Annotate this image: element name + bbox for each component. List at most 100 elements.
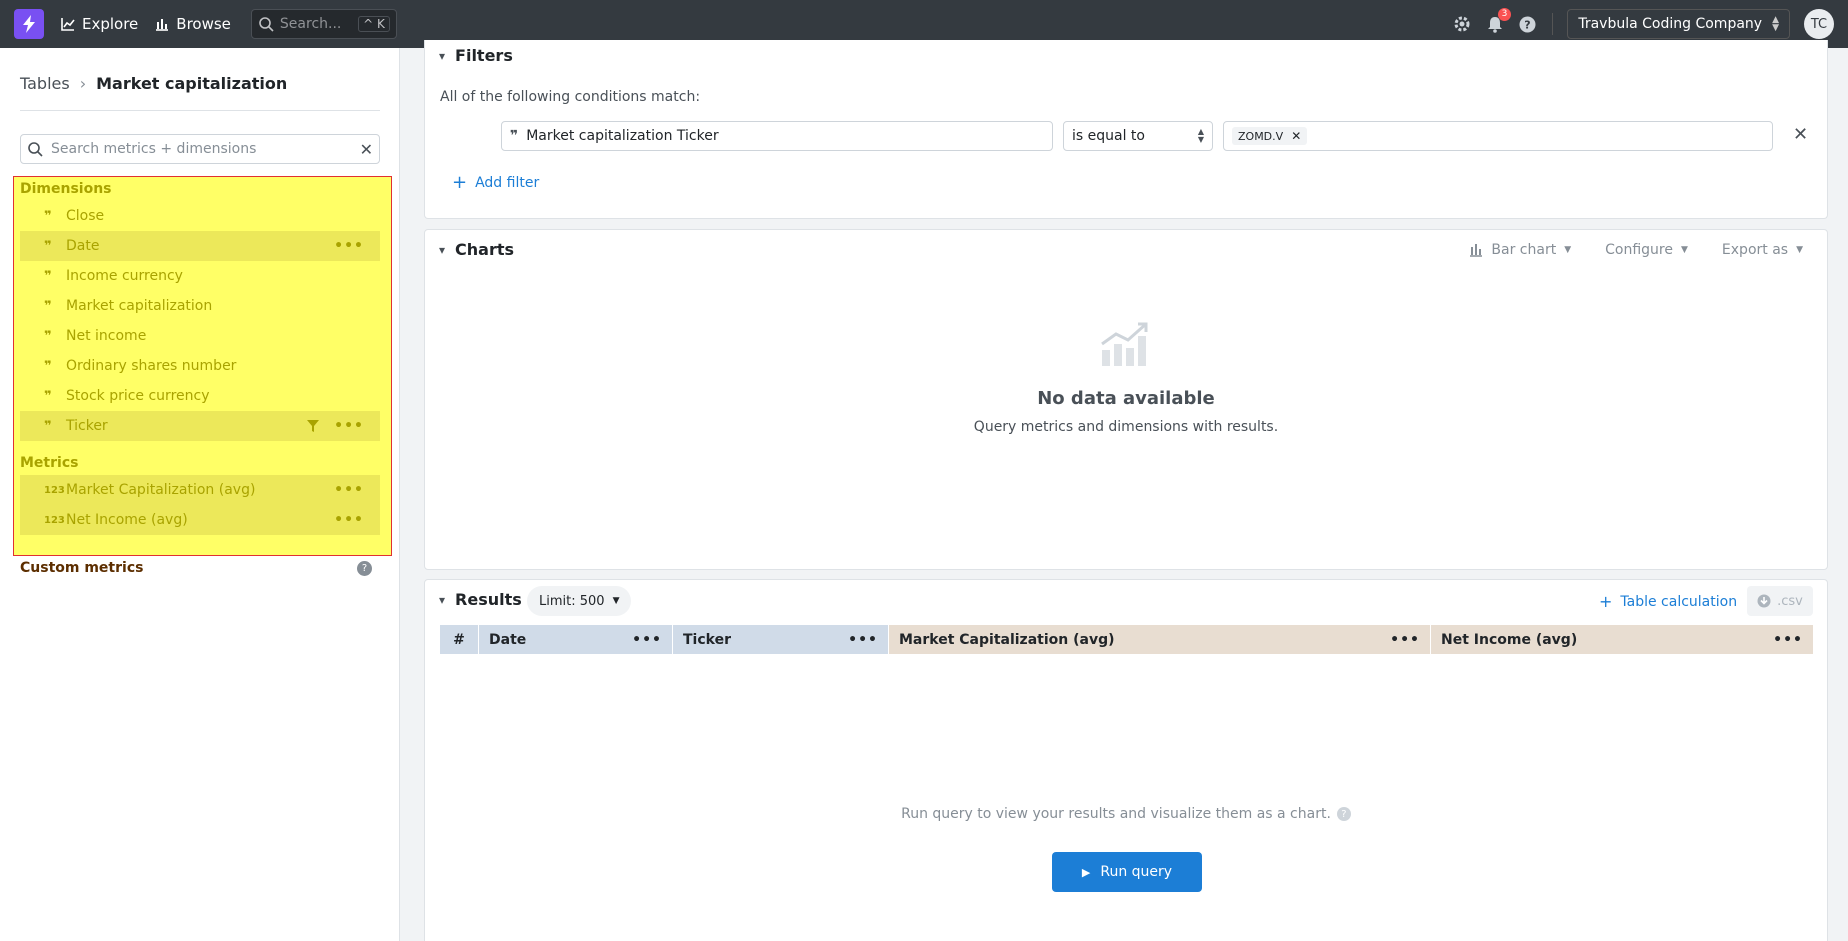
csv-label: .csv bbox=[1777, 593, 1803, 609]
more-options-icon[interactable]: ••• bbox=[1773, 632, 1803, 648]
chevron-down-icon: ▾ bbox=[439, 592, 446, 607]
dimensions-heading[interactable]: Dimensions bbox=[14, 177, 391, 201]
dimension-stock-price-currency[interactable]: ❞ Stock price currency bbox=[20, 381, 380, 411]
quote-icon: ❞ bbox=[44, 298, 52, 314]
more-options-icon[interactable]: ••• bbox=[334, 418, 364, 434]
more-options-icon[interactable]: ••• bbox=[334, 482, 364, 498]
notifications-button[interactable]: 3 bbox=[1487, 8, 1512, 33]
custom-metrics-label: Custom metrics bbox=[20, 560, 144, 576]
svg-text:?: ? bbox=[1525, 18, 1531, 31]
chart-icon bbox=[61, 18, 75, 31]
results-title: Results bbox=[455, 590, 522, 609]
number-icon: 123 bbox=[44, 484, 65, 496]
filters-header[interactable]: ▾ Filters bbox=[439, 46, 513, 65]
nav-divider bbox=[1552, 13, 1554, 35]
more-options-icon[interactable]: ••• bbox=[334, 238, 364, 254]
filter-value-text: ZOMD.V bbox=[1238, 129, 1284, 143]
dimension-income-currency[interactable]: ❞ Income currency bbox=[20, 261, 380, 291]
column-label: Ticker bbox=[683, 631, 731, 648]
play-icon: ▶ bbox=[1081, 865, 1091, 879]
dimension-label: Net income bbox=[66, 328, 147, 344]
column-header-market-capitalization-avg[interactable]: Market Capitalization (avg) ••• bbox=[889, 625, 1431, 654]
metrics-heading[interactable]: Metrics bbox=[14, 451, 391, 475]
dimension-net-income[interactable]: ❞ Net income bbox=[20, 321, 380, 351]
notification-badge: 3 bbox=[1497, 8, 1512, 21]
column-label: Net Income (avg) bbox=[1441, 631, 1578, 648]
help-icon[interactable]: ? bbox=[1336, 807, 1351, 821]
settings-button[interactable] bbox=[1453, 15, 1471, 33]
breadcrumb-tables-link[interactable]: Tables bbox=[20, 74, 70, 93]
results-table-header: # Date ••• Ticker ••• Market Capitalizat… bbox=[440, 625, 1813, 654]
results-header[interactable]: ▾ Results bbox=[439, 590, 522, 609]
metric-net-income-avg[interactable]: 123 Net Income (avg) ••• bbox=[20, 505, 380, 535]
chart-type-label: Bar chart bbox=[1491, 242, 1557, 258]
dimension-ticker[interactable]: ❞ Ticker ••• bbox=[20, 411, 380, 441]
explore-label: Explore bbox=[82, 15, 139, 33]
download-icon bbox=[1757, 594, 1771, 608]
empty-subtitle: Query metrics and dimensions with result… bbox=[973, 419, 1279, 435]
caret-down-icon: ▼ bbox=[612, 596, 620, 606]
metric-label: Net Income (avg) bbox=[66, 512, 188, 528]
filters-title: Filters bbox=[455, 46, 513, 65]
export-button[interactable]: Export as ▼ bbox=[1722, 242, 1803, 258]
caret-down-icon: ▼ bbox=[1564, 245, 1572, 255]
dimension-label: Market capitalization bbox=[66, 298, 213, 314]
column-header-date[interactable]: Date ••• bbox=[479, 625, 673, 654]
organization-name: Travbula Coding Company bbox=[1578, 16, 1763, 32]
csv-download-button[interactable]: .csv bbox=[1747, 586, 1813, 616]
search-placeholder: Search... bbox=[279, 16, 342, 32]
charts-header[interactable]: ▾ Charts bbox=[439, 240, 514, 259]
filter-field-select[interactable]: ❞ Market capitalization Ticker bbox=[501, 121, 1053, 151]
help-icon[interactable]: ? bbox=[357, 560, 372, 576]
filter-rule: ❞ Market capitalization Ticker is equal … bbox=[501, 121, 1773, 151]
global-search-input[interactable]: Search... ^ K bbox=[250, 9, 397, 39]
chart-type-button[interactable]: Bar chart ▼ bbox=[1469, 242, 1571, 258]
quote-icon: ❞ bbox=[44, 388, 52, 404]
quote-icon: ❞ bbox=[44, 208, 52, 224]
help-button[interactable]: ? bbox=[1519, 16, 1536, 33]
more-options-icon[interactable]: ••• bbox=[632, 632, 662, 648]
limit-button[interactable]: Limit: 500 ▼ bbox=[527, 586, 632, 616]
add-filter-button[interactable]: + Add filter bbox=[452, 172, 539, 193]
more-options-icon[interactable]: ••• bbox=[848, 632, 878, 648]
user-avatar[interactable]: TC bbox=[1804, 9, 1834, 39]
help-icon: ? bbox=[1519, 16, 1536, 32]
column-header-net-income-avg[interactable]: Net Income (avg) ••• bbox=[1431, 625, 1813, 654]
plus-icon: + bbox=[1599, 592, 1613, 611]
results-panel: ▾ Results Limit: 500 ▼ + Table calculati… bbox=[424, 579, 1828, 941]
remove-filter-icon[interactable]: ✕ bbox=[1793, 124, 1808, 145]
dimension-date[interactable]: ❞ Date ••• bbox=[20, 231, 380, 261]
remove-value-icon[interactable]: ✕ bbox=[1291, 129, 1301, 143]
configure-button[interactable]: Configure ▼ bbox=[1605, 242, 1688, 258]
filter-value-input[interactable]: ZOMD.V ✕ bbox=[1223, 121, 1773, 151]
lightdash-logo[interactable] bbox=[14, 9, 44, 39]
field-search-input[interactable]: Search metrics + dimensions ✕ bbox=[20, 134, 380, 164]
filter-condition-text: All of the following conditions match: bbox=[440, 89, 701, 105]
dimension-label: Ordinary shares number bbox=[66, 358, 237, 374]
breadcrumb-current: Market capitalization bbox=[96, 74, 288, 93]
clear-search-icon[interactable]: ✕ bbox=[360, 140, 373, 159]
dimension-market-capitalization[interactable]: ❞ Market capitalization bbox=[20, 291, 380, 321]
gear-icon bbox=[1454, 16, 1470, 32]
dimension-ordinary-shares-number[interactable]: ❞ Ordinary shares number bbox=[20, 351, 380, 381]
column-label: # bbox=[453, 631, 465, 648]
more-options-icon[interactable]: ••• bbox=[334, 512, 364, 528]
run-query-button[interactable]: ▶ Run query bbox=[1052, 852, 1202, 892]
more-options-icon[interactable]: ••• bbox=[1390, 632, 1420, 648]
column-header-ticker[interactable]: Ticker ••• bbox=[673, 625, 889, 654]
filter-operator-select[interactable]: is equal to ▲ ▼ bbox=[1063, 121, 1213, 151]
breadcrumb: Tables › Market capitalization bbox=[20, 74, 287, 93]
quote-icon: ❞ bbox=[44, 238, 52, 254]
field-tree: Dimensions ❞ Close ❞ Date ••• ❞ Income c… bbox=[13, 176, 392, 556]
browse-button[interactable]: Browse bbox=[154, 15, 231, 33]
dimension-close[interactable]: ❞ Close bbox=[20, 201, 380, 231]
dimension-label: Income currency bbox=[66, 268, 183, 284]
organization-switcher[interactable]: Travbula Coding Company ▲ ▼ bbox=[1567, 9, 1790, 39]
limit-label: Limit: 500 bbox=[539, 593, 605, 609]
run-query-hint-text: Run query to view your results and visua… bbox=[901, 806, 1331, 822]
metric-market-capitalization-avg[interactable]: 123 Market Capitalization (avg) ••• bbox=[20, 475, 380, 505]
table-calculation-button[interactable]: + Table calculation bbox=[1599, 592, 1737, 611]
explore-button[interactable]: Explore bbox=[60, 15, 138, 33]
charts-panel: ▾ Charts Bar chart ▼ Configure ▼ Export … bbox=[424, 229, 1828, 570]
custom-metrics-section[interactable]: Custom metrics ? bbox=[20, 560, 372, 576]
